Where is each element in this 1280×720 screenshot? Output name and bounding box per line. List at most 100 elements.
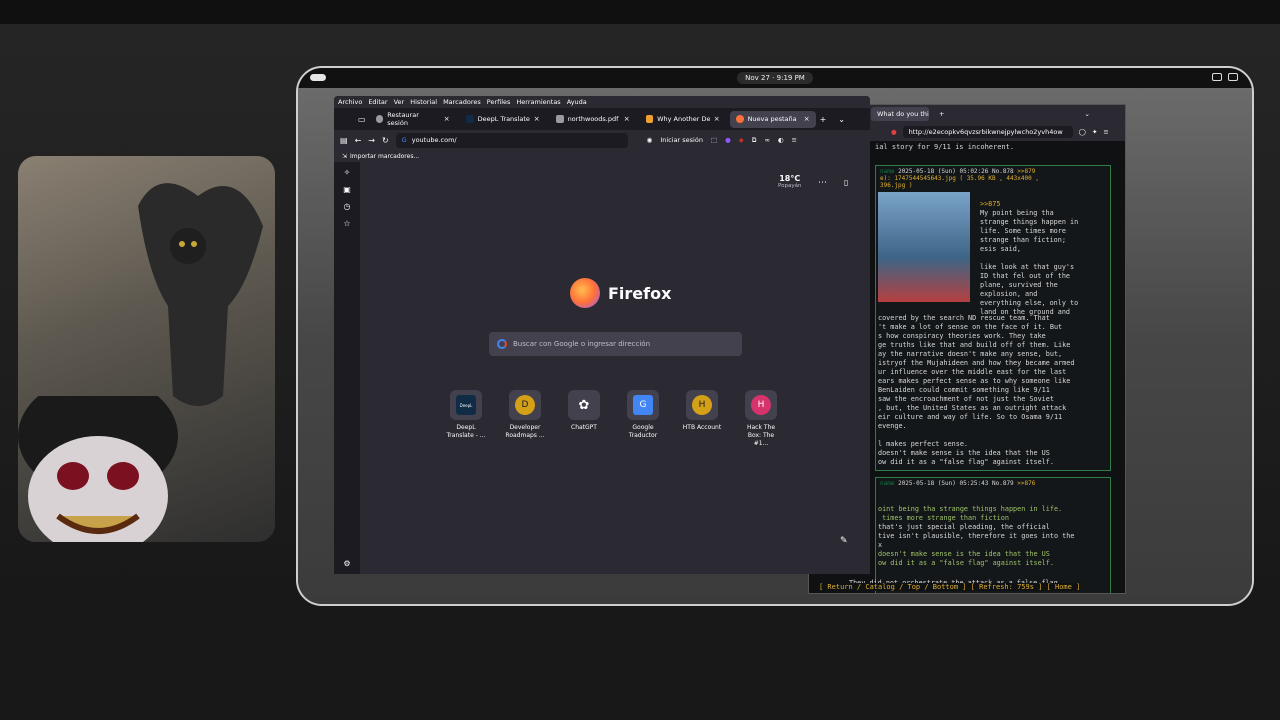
background-floor — [0, 600, 1280, 720]
sidebar: ✧ ▣ ◷ ☆ ⚙ — [334, 162, 360, 574]
shortcut-developer-roadmaps[interactable]: D Developer Roadmaps ... — [505, 390, 545, 448]
firefox-view-icon[interactable]: ▭ — [358, 115, 366, 124]
weather-city: Popayán — [778, 183, 802, 189]
post-author: name — [880, 168, 895, 175]
tab-list-icon[interactable]: ⌄ — [1084, 110, 1089, 118]
menu-editar[interactable]: Editar — [368, 98, 387, 106]
shortcut-label: Google Traductor — [628, 424, 658, 439]
pocket-icon[interactable]: ⬚ — [711, 136, 717, 144]
post-replies[interactable]: >>876 — [1017, 480, 1035, 487]
import-bookmarks-link[interactable]: Importar marcadores... — [350, 153, 419, 160]
close-tab-icon[interactable]: × — [714, 115, 720, 123]
tor-url-field[interactable]: http://e2ecopkv6qvzsrbikwnejpylwcho2yvh4… — [902, 126, 1073, 138]
menu-icon[interactable]: ≡ — [1103, 128, 1108, 136]
extension-icon[interactable]: ∞ — [764, 136, 769, 144]
search-input[interactable]: Buscar con Google o ingresar dirección — [489, 332, 742, 356]
reload-icon[interactable]: ↻ — [382, 136, 389, 145]
import-icon: ⇲ — [342, 152, 348, 160]
google-translate-icon: G — [633, 395, 653, 415]
post-file-name[interactable]: 396.jpg ) — [880, 182, 1106, 189]
tab-list-icon[interactable]: ⌄ — [838, 115, 845, 124]
post-date[interactable]: 2025-05-18 (Sun) 05:02:26 No.878 — [898, 168, 1014, 175]
forward-icon[interactable]: → — [368, 136, 375, 145]
firefox-icon — [570, 278, 600, 308]
edit-pencil-icon[interactable]: ✎ — [840, 536, 848, 546]
menu-historial[interactable]: Historial — [410, 98, 437, 106]
tab-restaurar-sesion[interactable]: Restaurar sesión × — [370, 111, 456, 128]
signin-button[interactable]: Iniciar sesión — [660, 136, 703, 144]
shield-icon[interactable]: ◯ — [1079, 128, 1086, 136]
screen-icon[interactable] — [1212, 73, 1222, 81]
tab-deepl[interactable]: DeepL Translate - E × — [460, 111, 546, 128]
url-bar[interactable]: G youtube.com/ — [395, 132, 628, 148]
shortcut-chatgpt[interactable]: ✿ ChatGPT — [564, 390, 604, 448]
sidebar-toggle-icon[interactable]: ▤ — [340, 136, 348, 145]
close-tab-icon[interactable]: × — [444, 115, 450, 123]
close-tab-icon[interactable]: × — [534, 115, 540, 123]
menu-icon[interactable]: ≡ — [792, 136, 797, 144]
ublock-icon[interactable]: ◆ — [739, 136, 744, 144]
shortcut-label: ChatGPT — [571, 424, 597, 431]
weather-widget[interactable]: 18°C Popayán — [778, 174, 801, 189]
menu-perfiles[interactable]: Perfiles — [487, 98, 511, 106]
new-tab-icon[interactable]: + — [820, 115, 827, 124]
top-sites: DeepL DeepL Translate - ... D Developer … — [446, 390, 781, 448]
post-author: name — [880, 480, 895, 487]
webcam-overlay — [18, 156, 275, 542]
bookmarks-toolbar: ⇲ Importar marcadores... — [334, 150, 870, 162]
menu-marcadores[interactable]: Marcadores — [443, 98, 481, 106]
shortcut-htb-account[interactable]: H HTB Account — [682, 390, 722, 448]
more-options-icon[interactable]: ⋯ — [818, 178, 827, 188]
post-body-continued: covered by the search ND rescue team. Th… — [878, 314, 1075, 466]
tab-label: Why Another Defe — [657, 115, 710, 123]
shortcut-hack-the-box[interactable]: H Hack The Box: The #1... — [741, 390, 781, 448]
ai-chatbot-icon[interactable]: ✧ — [344, 168, 351, 177]
account-icon[interactable]: ◉ — [647, 136, 653, 144]
bookmarks-icon[interactable]: ☆ — [343, 219, 350, 228]
tor-tab[interactable]: What do you thin — [871, 107, 929, 121]
pdf-icon — [555, 115, 564, 123]
synced-tabs-icon[interactable]: ▣ — [343, 185, 351, 194]
menu-ayuda[interactable]: Ayuda — [567, 98, 587, 106]
shortcut-google-traductor[interactable]: G Google Traductor — [623, 390, 663, 448]
security-shield-icon[interactable]: ● — [891, 128, 897, 136]
activities-button[interactable] — [310, 74, 326, 81]
back-icon[interactable]: ← — [355, 136, 362, 145]
post-file-link[interactable]: e): 1747544545643.jpg ( 35.96 KB , 443x4… — [880, 175, 1106, 182]
tab-nueva-pestana[interactable]: Nueva pestaña × — [729, 110, 816, 128]
menu-bar: Archivo Editar Ver Historial Marcadores … — [334, 96, 870, 108]
tab-why-another-defense[interactable]: Why Another Defe × — [640, 111, 726, 128]
post-greentext: doesn't make sense is the idea that the … — [878, 550, 1054, 567]
history-icon[interactable]: ◷ — [344, 202, 351, 211]
post-image[interactable] — [878, 192, 970, 302]
shortcut-tile: H — [745, 390, 777, 420]
new-tab-icon[interactable]: + — [939, 110, 944, 118]
widget-icon[interactable]: ▯ — [844, 178, 848, 187]
extensions-icon[interactable]: ✦ — [1092, 128, 1097, 136]
post-replies[interactable]: >>879 — [1017, 168, 1035, 175]
reply-link[interactable]: >>875 — [980, 200, 1108, 209]
settings-icon[interactable]: ⚙ — [343, 559, 350, 568]
post-header: name 2025-05-18 (Sun) 05:25:43 No.879 >>… — [876, 478, 1110, 489]
thread-footer-nav[interactable]: [ Return / Catalog / Top / Bottom ] [ Re… — [819, 583, 1081, 591]
close-tab-icon[interactable]: × — [804, 115, 810, 123]
navigation-bar: ▤ ← → ↻ G youtube.com/ ◉ Iniciar sesión … — [334, 130, 870, 150]
shortcut-deepl[interactable]: DeepL DeepL Translate - ... — [446, 390, 486, 448]
menu-archivo[interactable]: Archivo — [338, 98, 362, 106]
extension-icon[interactable]: ● — [725, 136, 731, 144]
thread-intro-line: ial story for 9/11 is incoherent. — [875, 143, 1015, 151]
extension-icon[interactable]: ⧉ — [752, 136, 757, 145]
post-date[interactable]: 2025-05-18 (Sun) 05:25:43 No.879 — [898, 480, 1014, 487]
toolbar-actions: ◉ Iniciar sesión ⬚ ● ◆ ⧉ ∞ ◐ ≡ — [647, 136, 797, 145]
shortcut-tile: D — [509, 390, 541, 420]
system-clock[interactable]: Nov 27 · 9:19 PM — [737, 72, 813, 84]
extension-icon[interactable]: ◐ — [778, 136, 784, 144]
menu-herramientas[interactable]: Herramientas — [516, 98, 560, 106]
tab-northwoods-pdf[interactable]: northwoods.pdf × — [550, 111, 636, 128]
menu-ver[interactable]: Ver — [394, 98, 405, 106]
google-icon — [497, 339, 507, 349]
shortcut-tile: ✿ — [568, 390, 600, 420]
battery-icon[interactable] — [1228, 73, 1238, 81]
close-tab-icon[interactable]: × — [624, 115, 630, 123]
letter-d-icon: D — [515, 395, 535, 415]
